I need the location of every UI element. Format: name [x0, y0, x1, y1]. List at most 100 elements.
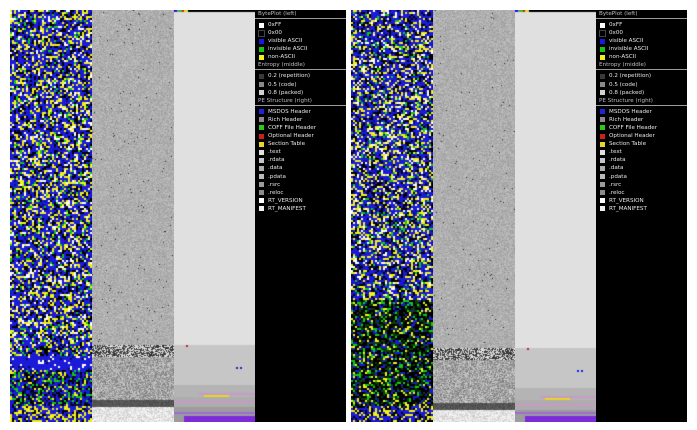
entropy-canvas	[92, 10, 174, 422]
byteplot-canvas	[10, 10, 92, 422]
legend-swatch	[258, 29, 265, 37]
legend-swatch	[599, 29, 606, 37]
pe-structure-canvas	[174, 10, 255, 422]
legend-header-entropy: Entropy (middle)	[255, 61, 346, 71]
legend-swatch	[259, 125, 264, 131]
legend-label: visible ASCII	[268, 38, 303, 45]
legend-item: .data	[596, 164, 687, 172]
legend-swatch	[600, 174, 605, 180]
legend-swatch	[259, 109, 264, 115]
legend-header-byteplot: BytePlot (left)	[255, 10, 346, 19]
legend-label: 0x00	[268, 30, 282, 37]
legend-label: .rdata	[609, 157, 626, 164]
legend-swatch	[600, 190, 605, 196]
legend-label: Rich Header	[268, 116, 303, 123]
legend-item: Optional Header	[255, 132, 346, 140]
legend-item: RT_MANIFEST	[596, 205, 687, 213]
legend-item: visible ASCII	[596, 37, 687, 45]
legend-swatch	[600, 38, 605, 44]
legend-swatch	[259, 165, 264, 171]
visualization-pane-left: BytePlot (left) 0xFF 0x00 visible ASCII inv…	[10, 10, 346, 422]
legend-swatch	[259, 141, 264, 147]
legend-label: 0xFF	[268, 22, 282, 28]
legend-label: .text	[268, 149, 281, 156]
legend-label: 0x00	[609, 30, 623, 37]
legend-header-pe-structure: PE Structure (right)	[255, 97, 346, 106]
legend-swatch	[600, 74, 605, 80]
legend-swatch	[259, 198, 264, 204]
legend-swatch	[600, 46, 605, 52]
legend-panel: BytePlot (left) 0xFF 0x00 visible ASCII inv…	[596, 10, 687, 422]
legend-label: Optional Header	[609, 133, 655, 140]
legend-item: .rdata	[255, 156, 346, 164]
legend-label: .data	[609, 165, 624, 172]
legend-item: 0x00	[596, 29, 687, 37]
legend-item: non-ASCII	[596, 53, 687, 61]
legend-item: .data	[255, 164, 346, 172]
legend-item: .rsrc	[596, 181, 687, 189]
legend-swatch	[259, 206, 264, 212]
legend-item: Section Table	[596, 140, 687, 148]
legend-swatch	[600, 82, 605, 88]
legend-label: 0.5 (code)	[609, 81, 638, 88]
legend-swatch	[600, 133, 605, 139]
legend-label: Section Table	[268, 141, 306, 148]
legend-label: invisible ASCII	[609, 46, 649, 53]
legend-label: 0.8 (packed)	[609, 89, 645, 96]
legend-swatch	[600, 206, 605, 212]
legend-item: .reloc	[596, 189, 687, 197]
legend-item: MSDOS Header	[596, 108, 687, 116]
legend-label: 0.5 (code)	[268, 81, 297, 88]
legend-item: 0.8 (packed)	[255, 89, 346, 97]
legend-label: .pdata	[609, 173, 627, 180]
legend-item: Rich Header	[596, 116, 687, 124]
legend-label: non-ASCII	[268, 54, 295, 61]
legend-swatch	[600, 165, 605, 171]
legend-item: invisible ASCII	[255, 45, 346, 53]
legend-swatch	[600, 109, 605, 115]
legend-swatch	[600, 117, 605, 123]
legend-swatch	[600, 157, 605, 163]
legend-label: RT_VERSION	[609, 197, 644, 204]
legend-label: RT_VERSION	[268, 197, 303, 204]
legend-item: MSDOS Header	[255, 108, 346, 116]
legend-label: COFF File Header	[268, 124, 317, 131]
legend-label: .reloc	[609, 189, 625, 196]
legend-label: .rdata	[268, 157, 285, 164]
legend-swatch	[259, 82, 264, 88]
legend-swatch	[259, 174, 264, 180]
byteplot-canvas	[351, 10, 433, 422]
legend-item: 0.5 (code)	[255, 81, 346, 89]
legend-label: .reloc	[268, 189, 284, 196]
legend-label: .data	[268, 165, 283, 172]
legend-item: 0xFF	[255, 21, 346, 29]
legend-label: non-ASCII	[609, 54, 636, 61]
legend-header-entropy: Entropy (middle)	[596, 61, 687, 71]
legend-item: Section Table	[255, 140, 346, 148]
legend-swatch	[259, 157, 264, 163]
legend-label: .pdata	[268, 173, 286, 180]
legend-swatch	[259, 117, 264, 123]
legend-swatch	[259, 38, 264, 44]
legend-swatch	[600, 182, 605, 188]
legend-swatch	[259, 54, 264, 60]
legend-label: 0.2 (repetition)	[268, 73, 311, 80]
legend-swatch	[259, 22, 264, 28]
entropy-canvas	[433, 10, 515, 422]
legend-label: MSDOS Header	[268, 108, 311, 115]
legend-item: COFF File Header	[596, 124, 687, 132]
legend-label: Section Table	[609, 141, 647, 148]
legend-label: 0.2 (repetition)	[609, 73, 652, 80]
visualization-pane-right: BytePlot (left) 0xFF 0x00 visible ASCII inv…	[351, 10, 687, 422]
legend-item: visible ASCII	[255, 37, 346, 45]
legend-swatch	[600, 141, 605, 147]
legend-label: Optional Header	[268, 133, 314, 140]
legend-label: visible ASCII	[609, 38, 644, 45]
legend-item: COFF File Header	[255, 124, 346, 132]
legend-swatch	[259, 74, 264, 80]
legend-label: .text	[609, 149, 622, 156]
legend-label: COFF File Header	[609, 124, 658, 131]
legend-label: 0xFF	[609, 22, 623, 28]
legend-item: non-ASCII	[255, 53, 346, 61]
legend-item: 0.8 (packed)	[596, 89, 687, 97]
